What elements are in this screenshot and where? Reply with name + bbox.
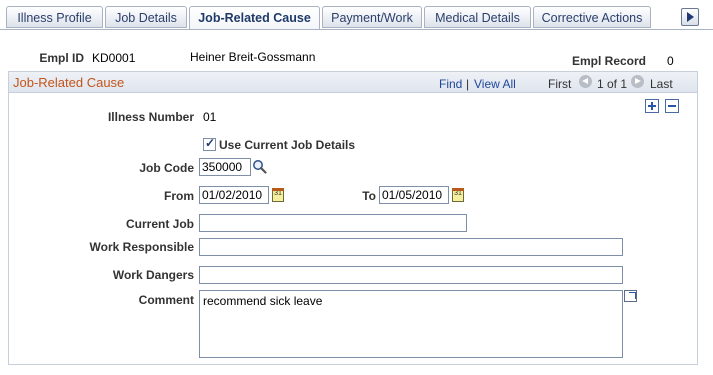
use-current-job-checkbox[interactable]: [203, 136, 216, 151]
illness-number-label: Illness Number: [107, 110, 194, 124]
last-label: Last: [650, 77, 673, 91]
next-row-icon[interactable]: [631, 75, 644, 88]
expand-icon[interactable]: [624, 290, 637, 302]
job-code-input[interactable]: [199, 158, 251, 176]
comment-textarea[interactable]: recommend sick leave: [199, 290, 623, 358]
plus-icon[interactable]: [645, 99, 659, 113]
page-info: 1 of 1: [597, 77, 628, 91]
calendar-icon[interactable]: 31: [452, 188, 464, 202]
calendar-icon[interactable]: 31: [272, 188, 284, 202]
tab-bar: Illness Profile Job Details Job-Related …: [0, 6, 713, 30]
first-label: First: [548, 77, 572, 91]
tab-illness-profile[interactable]: Illness Profile: [6, 6, 103, 28]
minus-icon[interactable]: [665, 99, 679, 113]
empl-id-value: KD0001: [92, 51, 136, 65]
tab-job-related-cause[interactable]: Job-Related Cause: [189, 6, 320, 30]
view-all-link[interactable]: View All: [474, 77, 516, 91]
empl-id-label: Empl ID: [39, 51, 84, 65]
grid-title: Job-Related Cause: [13, 75, 125, 90]
tab-job-details[interactable]: Job Details: [105, 6, 187, 28]
employee-name: Heiner Breit-Gossmann: [190, 50, 316, 64]
work-dangers-label: Work Dangers: [112, 268, 194, 282]
illness-number-value: 01: [203, 110, 217, 124]
work-responsible-input[interactable]: [199, 238, 623, 256]
grid-separator: |: [466, 77, 470, 91]
find-link[interactable]: Find: [439, 77, 462, 91]
work-responsible-label: Work Responsible: [89, 240, 194, 254]
comment-label: Comment: [138, 293, 194, 307]
tab-corrective-actions[interactable]: Corrective Actions: [533, 6, 651, 28]
to-date-input[interactable]: [379, 186, 449, 204]
current-job-label: Current Job: [125, 217, 194, 231]
magnifier-icon[interactable]: [252, 159, 267, 174]
empl-record-label: Empl Record: [571, 54, 646, 68]
current-job-input[interactable]: [199, 214, 467, 232]
use-current-job-label: Use Current Job Details: [219, 138, 356, 152]
grid-find-link[interactable]: Find: [439, 77, 462, 91]
tab-divider: [0, 29, 713, 30]
tab-payment-work[interactable]: Payment/Work: [322, 6, 422, 28]
work-dangers-input[interactable]: [199, 266, 623, 284]
view-all-link-text[interactable]: View All: [474, 77, 516, 91]
from-label: From: [164, 189, 194, 203]
empl-record-value: 0: [667, 54, 674, 68]
arrow-right-icon[interactable]: [681, 8, 699, 26]
job-code-label: Job Code: [139, 161, 194, 175]
previous-row-icon[interactable]: [579, 75, 592, 88]
tab-medical-details[interactable]: Medical Details: [424, 6, 531, 28]
to-label: To: [362, 189, 376, 203]
from-date-input[interactable]: [199, 186, 269, 204]
